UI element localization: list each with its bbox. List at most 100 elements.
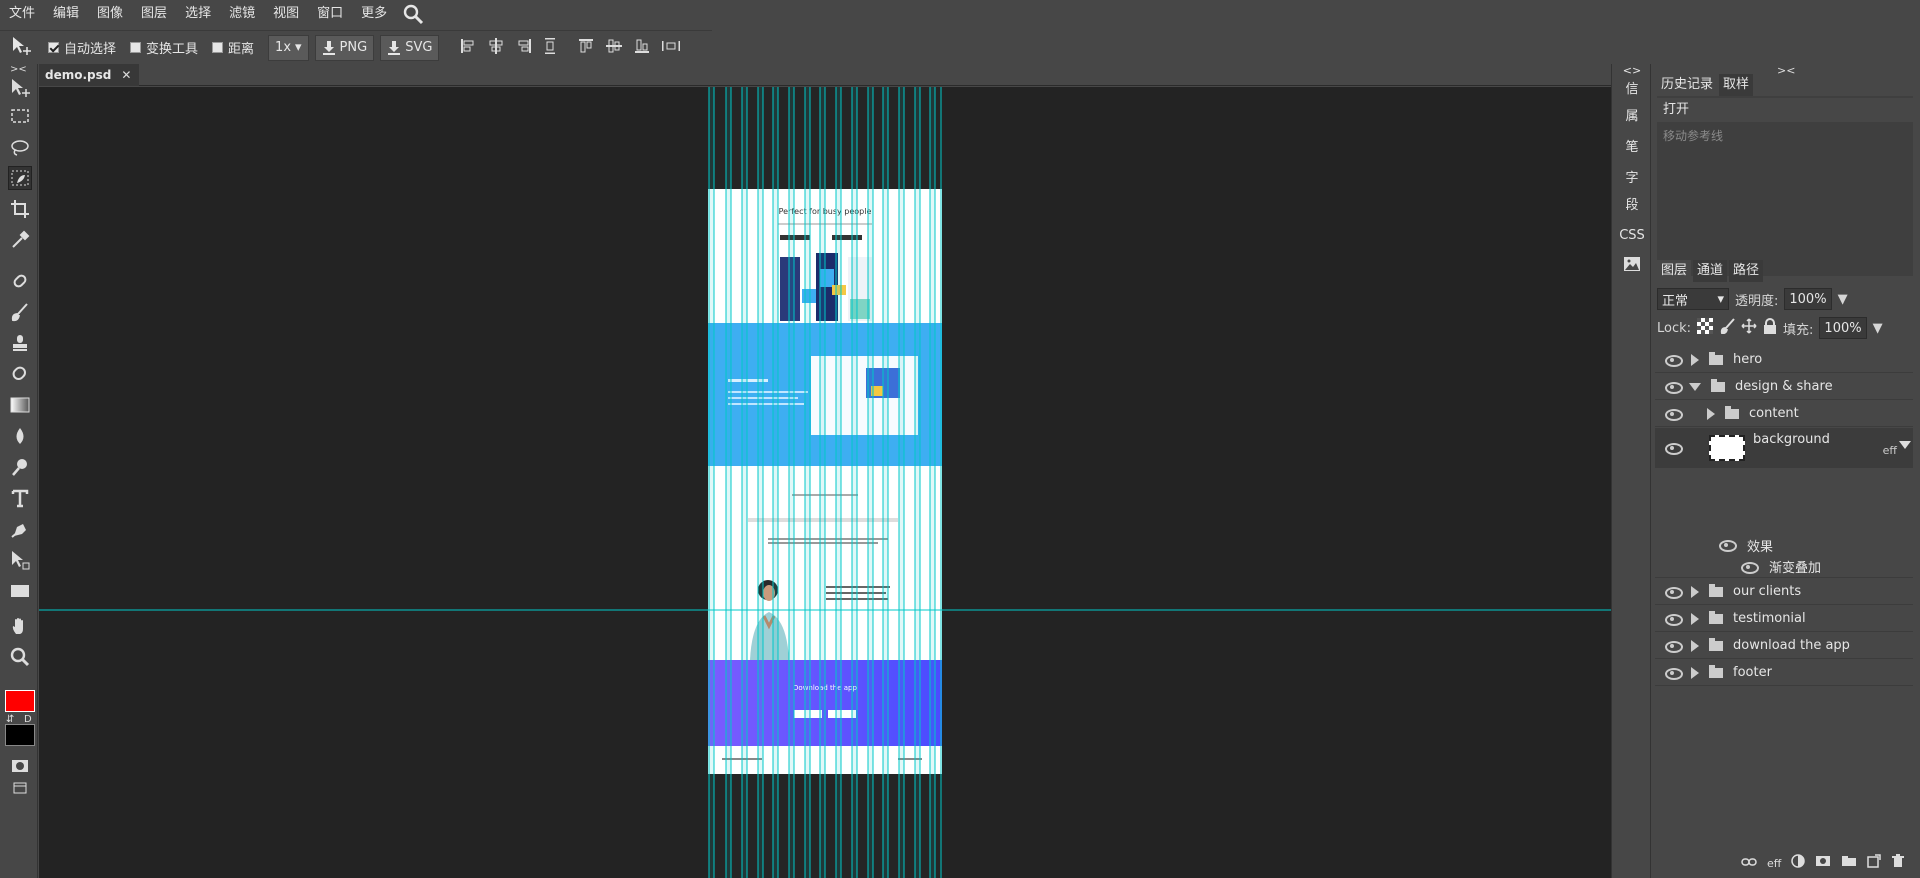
menu-more[interactable]: 更多 bbox=[352, 0, 396, 28]
effects-button[interactable]: eff bbox=[1767, 857, 1781, 870]
healing-brush-tool-icon[interactable] bbox=[8, 269, 32, 293]
zoom-select[interactable]: 1x ▾ bbox=[268, 34, 309, 61]
chevron-right-icon[interactable] bbox=[1707, 407, 1715, 420]
effects-badge[interactable]: eff bbox=[1883, 444, 1897, 457]
rectangle-tool-icon[interactable] bbox=[8, 579, 32, 603]
distance-checkbox[interactable]: 距离 bbox=[212, 38, 254, 57]
pen-tool-icon[interactable] bbox=[8, 517, 32, 541]
chevron-down-icon[interactable] bbox=[1689, 382, 1701, 391]
eye-icon[interactable] bbox=[1665, 408, 1683, 421]
tab-paths[interactable]: 路径 bbox=[1729, 260, 1764, 282]
brush-panel-button[interactable]: 笔 bbox=[1612, 136, 1652, 155]
new-group-icon[interactable] bbox=[1841, 855, 1857, 871]
auto-select-checkbox[interactable]: 自动选择 bbox=[48, 38, 116, 57]
chevron-down-icon[interactable]: ▼ bbox=[1873, 321, 1883, 336]
eye-icon[interactable] bbox=[1665, 667, 1683, 680]
image-icon[interactable] bbox=[1612, 256, 1652, 276]
lock-brush-icon[interactable] bbox=[1719, 318, 1735, 338]
eyedropper-tool-icon[interactable] bbox=[8, 228, 32, 252]
layer-effect-gradient-row[interactable]: 渐变叠加 bbox=[1655, 556, 1913, 578]
chevron-down-icon[interactable] bbox=[1899, 440, 1911, 455]
marquee-tool-icon[interactable] bbox=[8, 104, 32, 128]
dodge-tool-icon[interactable] bbox=[8, 455, 32, 479]
close-icon[interactable]: ✕ bbox=[121, 68, 131, 82]
gradient-tool-icon[interactable] bbox=[8, 393, 32, 417]
align-bottom-icon[interactable] bbox=[633, 37, 651, 59]
path-select-tool-icon[interactable] bbox=[8, 548, 32, 572]
stamp-tool-icon[interactable] bbox=[8, 331, 32, 355]
eye-icon[interactable] bbox=[1665, 354, 1683, 367]
opacity-input[interactable]: 100% bbox=[1784, 288, 1832, 310]
lock-transparency-icon[interactable] bbox=[1697, 318, 1714, 338]
new-layer-icon[interactable] bbox=[1867, 854, 1882, 872]
eye-icon[interactable] bbox=[1741, 561, 1759, 574]
lock-all-icon[interactable] bbox=[1763, 318, 1777, 338]
tab-samples[interactable]: 取样 bbox=[1719, 74, 1754, 96]
export-svg-button[interactable]: SVG bbox=[380, 34, 440, 61]
tab-channels[interactable]: 通道 bbox=[1693, 260, 1728, 282]
brush-tool-icon[interactable] bbox=[8, 300, 32, 324]
menu-layer[interactable]: 图层 bbox=[132, 0, 176, 28]
hand-tool-icon[interactable] bbox=[8, 614, 32, 638]
menu-window[interactable]: 窗口 bbox=[308, 0, 352, 28]
crop-tool-icon[interactable] bbox=[8, 197, 32, 221]
eye-icon[interactable] bbox=[1665, 640, 1683, 653]
align-top-icon[interactable] bbox=[577, 37, 595, 59]
link-icon[interactable] bbox=[1741, 856, 1757, 871]
transform-tools-checkbox[interactable]: 变换工具 bbox=[130, 38, 198, 57]
properties-panel-button[interactable]: 属 bbox=[1612, 105, 1652, 124]
history-item[interactable]: 移动参考线 bbox=[1657, 124, 1913, 148]
align-left-icon[interactable] bbox=[459, 37, 477, 59]
collapse-toggle[interactable]: >< bbox=[10, 64, 27, 75]
layer-row-our-clients[interactable]: our clients bbox=[1655, 579, 1913, 605]
eraser-tool-icon[interactable] bbox=[8, 362, 32, 386]
foreground-color-swatch[interactable] bbox=[5, 690, 35, 712]
blur-tool-icon[interactable] bbox=[8, 424, 32, 448]
menu-image[interactable]: 图像 bbox=[88, 0, 132, 28]
quick-select-tool-icon[interactable] bbox=[8, 166, 32, 190]
layer-row-hero[interactable]: hero bbox=[1655, 347, 1913, 373]
eye-icon[interactable] bbox=[1719, 540, 1737, 552]
mask-icon[interactable] bbox=[1815, 855, 1831, 871]
canvas-workspace[interactable]: Perfect for busy people Download bbox=[39, 87, 1611, 878]
eye-icon[interactable] bbox=[1665, 442, 1683, 455]
menu-select[interactable]: 选择 bbox=[176, 0, 220, 28]
panel-collapse-toggle[interactable]: >< bbox=[1777, 64, 1795, 77]
menu-file[interactable]: 文件 bbox=[0, 0, 44, 28]
layer-row-download-the-app[interactable]: download the app bbox=[1655, 633, 1913, 659]
chevron-right-icon[interactable] bbox=[1691, 353, 1699, 366]
distribute-v-icon[interactable] bbox=[543, 37, 557, 59]
menu-view[interactable]: 视图 bbox=[264, 0, 308, 28]
align-center-h-icon[interactable] bbox=[487, 37, 505, 59]
menu-edit[interactable]: 编辑 bbox=[44, 0, 88, 28]
info-panel-button[interactable]: 信 bbox=[1612, 78, 1652, 97]
eye-icon[interactable] bbox=[1665, 613, 1683, 626]
screen-mode-icon[interactable] bbox=[8, 776, 32, 800]
zoom-tool-icon[interactable] bbox=[8, 645, 32, 669]
export-png-button[interactable]: PNG bbox=[314, 34, 375, 61]
layer-row-footer[interactable]: footer bbox=[1655, 660, 1913, 686]
character-panel-button[interactable]: 字 bbox=[1612, 167, 1652, 186]
text-tool-icon[interactable] bbox=[8, 486, 32, 510]
paragraph-panel-button[interactable]: 段 bbox=[1612, 194, 1652, 213]
tab-layers[interactable]: 图层 bbox=[1657, 260, 1692, 282]
delete-layer-icon[interactable] bbox=[1891, 854, 1905, 872]
background-color-swatch[interactable] bbox=[5, 724, 35, 746]
align-right-icon[interactable] bbox=[515, 37, 533, 59]
align-middle-icon[interactable] bbox=[605, 37, 623, 59]
css-panel-button[interactable]: CSS bbox=[1612, 228, 1652, 243]
lasso-tool-icon[interactable] bbox=[8, 135, 32, 159]
panel-toggle[interactable]: <> bbox=[1612, 64, 1652, 77]
distribute-h-icon[interactable] bbox=[661, 39, 681, 57]
lock-move-icon[interactable] bbox=[1741, 318, 1757, 338]
search-icon[interactable] bbox=[402, 3, 424, 25]
move-tool-icon[interactable] bbox=[8, 76, 32, 100]
eye-icon[interactable] bbox=[1665, 586, 1683, 599]
fill-input[interactable]: 100% bbox=[1819, 317, 1867, 339]
chevron-right-icon[interactable] bbox=[1691, 639, 1699, 652]
chevron-right-icon[interactable] bbox=[1691, 612, 1699, 625]
menu-filter[interactable]: 滤镜 bbox=[220, 0, 264, 28]
chevron-right-icon[interactable] bbox=[1691, 585, 1699, 598]
chevron-down-icon[interactable]: ▼ bbox=[1838, 292, 1848, 307]
quick-mask-icon[interactable] bbox=[8, 754, 32, 778]
